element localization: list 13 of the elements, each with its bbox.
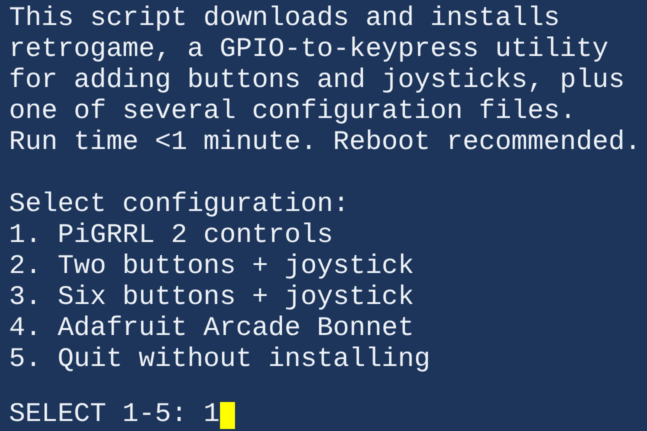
menu-option: 3. Six buttons + joystick xyxy=(9,283,414,314)
terminal-text-line: retrogame, a GPIO-to-keypress utility xyxy=(9,35,608,66)
menu-heading: Select configuration: xyxy=(9,190,350,221)
terminal-text-line: one of several configuration files. xyxy=(9,97,576,128)
menu-option: 1. PiGRRL 2 controls xyxy=(9,221,334,252)
prompt-label: SELECT 1-5: xyxy=(9,400,188,431)
terminal-text-line: This script downloads and installs xyxy=(9,4,560,35)
terminal-text-line: Run time <1 minute. Reboot recommended. xyxy=(9,128,641,159)
menu-option: 4. Adafruit Arcade Bonnet xyxy=(9,314,414,345)
terminal-text-line: for adding buttons and joysticks, plus xyxy=(9,66,625,97)
menu-option: 5. Quit without installing xyxy=(9,345,430,376)
menu-option: 2. Two buttons + joystick xyxy=(9,252,414,283)
input-value[interactable]: 1 xyxy=(203,400,220,431)
